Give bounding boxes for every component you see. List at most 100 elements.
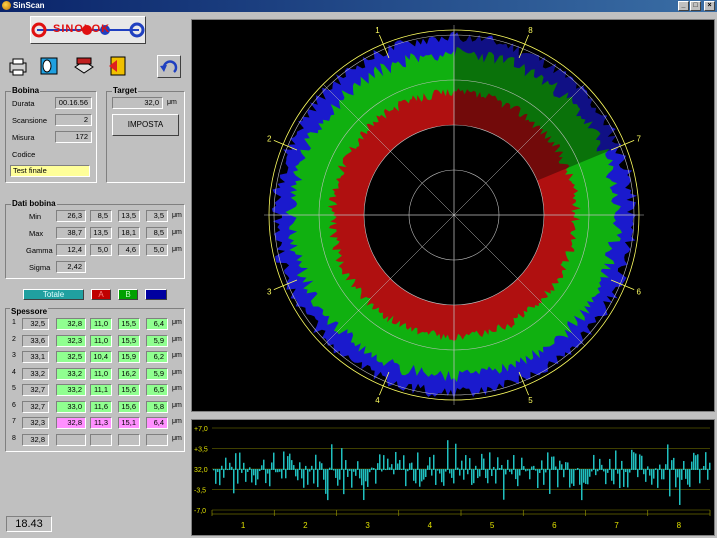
strip-y-tick: +7,0 <box>194 426 208 433</box>
strip-bar <box>245 469 247 482</box>
strip-bar <box>317 469 319 488</box>
strip-bar <box>637 469 639 478</box>
close-button[interactable]: × <box>704 1 715 11</box>
target-title: Target <box>112 86 138 95</box>
strip-bar <box>663 469 665 480</box>
strip-bar <box>551 456 553 470</box>
strip-bar <box>221 465 223 470</box>
strip-bar <box>571 469 573 484</box>
strip-bar <box>605 469 607 485</box>
dati-value: 13,5 <box>90 227 112 239</box>
spessore-row-index: 6 <box>12 401 16 409</box>
strip-bar <box>355 469 357 476</box>
spessore-row-index: 1 <box>12 319 16 326</box>
strip-bar <box>635 453 637 470</box>
strip-bar <box>557 469 559 488</box>
strip-bar <box>661 469 663 480</box>
strip-x-tick: 6 <box>552 521 557 530</box>
strip-bar <box>633 452 635 470</box>
strip-bar <box>307 469 309 485</box>
strip-bar <box>401 468 403 470</box>
legend-c-button[interactable] <box>145 289 167 300</box>
strip-bar <box>343 469 345 495</box>
strip-bar <box>311 465 313 470</box>
strip-bar <box>379 454 381 470</box>
strip-bar <box>645 469 647 482</box>
spessore-value-t: 32,3 <box>22 417 49 429</box>
strip-bar <box>225 457 227 470</box>
roll-button[interactable] <box>38 55 60 77</box>
strip-bar <box>579 469 581 485</box>
strip-bar <box>387 458 389 470</box>
strip-y-tick: -7,0 <box>194 508 206 515</box>
scansione-field: 2 <box>55 114 92 126</box>
strip-bar <box>603 469 605 472</box>
strip-bar <box>331 444 333 470</box>
strip-bar <box>701 468 703 470</box>
strip-bar <box>545 469 547 473</box>
strip-bar <box>641 455 643 470</box>
spessore-value-c: 15,6 <box>118 384 140 396</box>
spessore-row-index: 8 <box>12 434 16 442</box>
strip-bar <box>377 463 379 470</box>
exit-button[interactable] <box>107 55 129 77</box>
maximize-button[interactable]: □ <box>690 1 701 11</box>
strip-bar <box>599 458 601 470</box>
strip-bar <box>321 463 323 470</box>
strip-x-tick: 1 <box>241 521 246 530</box>
strip-bar <box>461 460 463 470</box>
strip-bar <box>357 461 359 470</box>
strip-bar <box>351 469 353 488</box>
minimize-button[interactable]: _ <box>678 1 689 11</box>
strip-bar <box>653 469 655 479</box>
strip-bar <box>569 469 571 488</box>
spessore-value-a: 33,0 <box>56 400 86 413</box>
spessore-value-c: 15,5 <box>118 334 140 347</box>
legend-total-button[interactable]: Totale <box>23 289 84 300</box>
target-unit: μm <box>167 99 177 106</box>
strip-bar <box>373 467 375 470</box>
spessore-value-c: 16,2 <box>118 367 140 380</box>
roll-icon <box>40 57 58 75</box>
strip-bar <box>537 469 539 488</box>
codice-input[interactable]: Test finale <box>10 165 90 177</box>
strip-bar <box>485 469 487 479</box>
strip-bar <box>495 469 497 484</box>
print-button[interactable] <box>7 56 29 78</box>
sigma-label: Sigma <box>29 263 51 272</box>
strip-bar <box>231 466 233 470</box>
stack-icon <box>74 57 94 74</box>
strip-bar <box>253 469 255 476</box>
stack-button[interactable] <box>73 55 95 77</box>
dati-value: 12,4 <box>56 244 86 256</box>
strip-bar <box>457 467 459 470</box>
strip-bar <box>667 444 669 470</box>
strip-bar <box>695 455 697 470</box>
dati-value: 8,5 <box>146 227 168 239</box>
strip-bar <box>243 462 245 470</box>
imposta-button[interactable]: IMPOSTA <box>112 114 179 136</box>
strip-bar <box>419 469 421 487</box>
strip-bar <box>345 460 347 470</box>
dati-value: 4,6 <box>118 244 140 256</box>
spessore-unit: μm <box>172 352 182 359</box>
strip-bar <box>565 462 567 470</box>
strip-bar <box>613 469 615 485</box>
legend-a-button[interactable]: A <box>91 289 111 300</box>
spessore-unit: μm <box>172 434 182 442</box>
target-field[interactable]: 32,0 <box>112 97 163 109</box>
spessore-row-index: 5 <box>12 385 16 392</box>
strip-bar <box>517 469 519 487</box>
strip-bar <box>707 469 709 480</box>
strip-bar <box>277 469 279 473</box>
strip-bar <box>541 460 543 470</box>
legend-b-button[interactable]: B <box>118 289 138 300</box>
strip-bar <box>453 469 455 484</box>
strip-bar <box>575 469 577 471</box>
spessore-value-a: 32,5 <box>56 351 86 363</box>
strip-bar <box>585 469 587 484</box>
dati-bobina-title: Dati bobina <box>11 199 57 208</box>
strip-bar <box>609 458 611 470</box>
spessore-value-d: 5,9 <box>146 367 168 380</box>
undo-button[interactable] <box>157 55 181 78</box>
